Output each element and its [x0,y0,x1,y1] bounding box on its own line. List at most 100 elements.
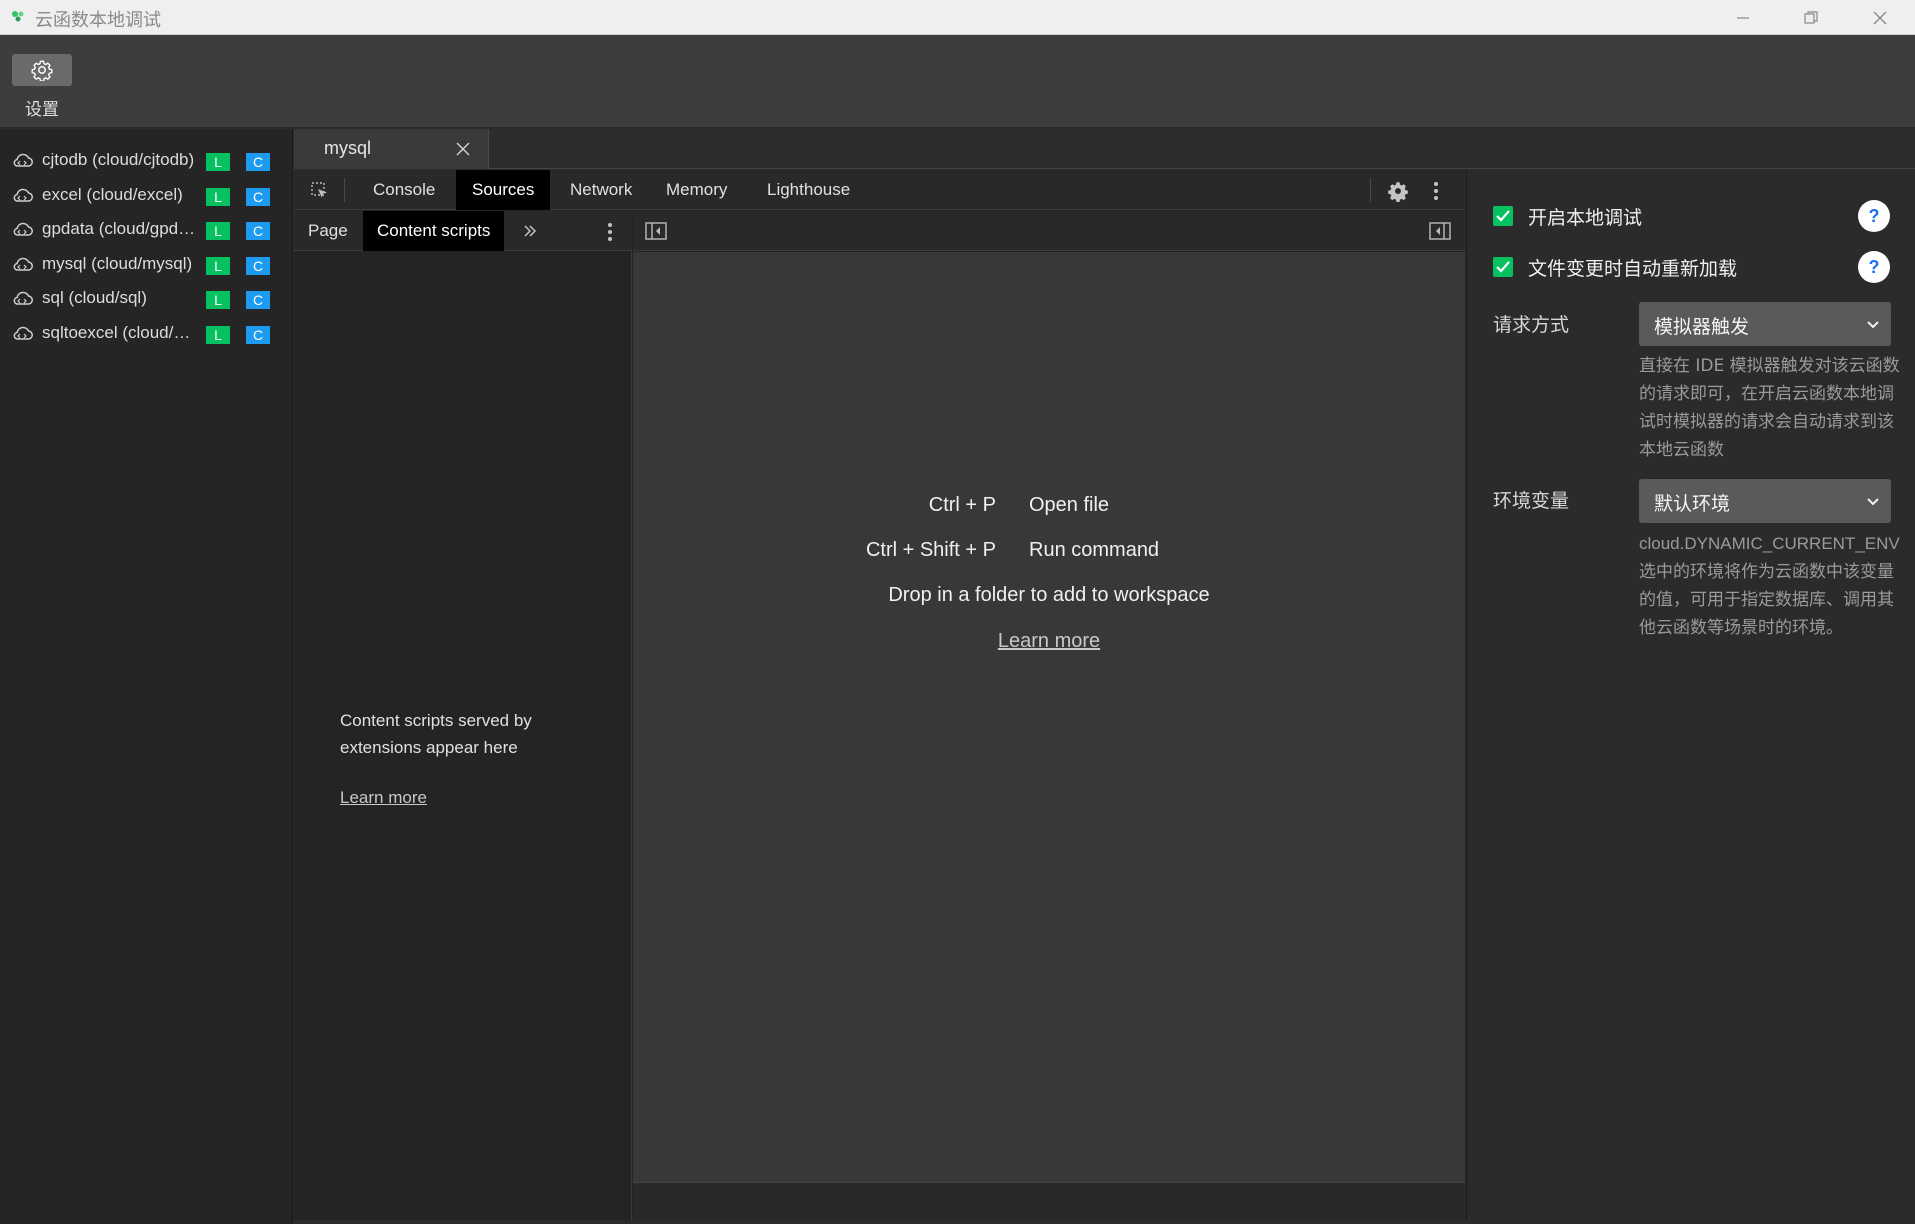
cloud-function-icon [13,257,33,271]
function-item-sqltoexcel[interactable]: sqltoexcel (cloud/sqltoexcel) L C [0,316,292,350]
cloud-function-list: cjtodb (cloud/cjtodb) L C excel (cloud/e… [0,129,293,1224]
tab-label: mysql [324,138,372,158]
cloud-badge[interactable]: C [246,222,270,240]
auto-reload-label: 文件变更时自动重新加载 [1528,258,1738,280]
env-variable-label: 环境变量 [1493,490,1570,512]
request-method-label: 请求方式 [1493,314,1570,336]
function-name: sqltoexcel (cloud/sqltoexcel) [42,323,198,342]
checkmark-icon [1496,210,1510,222]
app-window: 云函数本地调试 设置 cjtodb (cloud/cjtodb) L C exc… [0,0,1915,1224]
function-item-sql[interactable]: sql (cloud/sql) L C [0,281,292,315]
cloud-function-icon [13,188,33,202]
env-variable-description: 选中的环境将作为云函数中该变量的值，可用于指定数据库、调用其他云函数等场景时的环… [1639,562,1894,638]
tab-console[interactable]: Console [357,170,451,210]
cloud-function-icon [13,326,33,340]
function-item-cjtodb[interactable]: cjtodb (cloud/cjtodb) L C [0,143,292,177]
auto-reload-checkbox[interactable] [1493,257,1513,277]
document-tab-strip: mysql [294,129,1915,169]
help-icon[interactable]: ? [1858,200,1890,232]
function-item-excel[interactable]: excel (cloud/excel) L C [0,178,292,212]
local-badge[interactable]: L [206,222,230,240]
devtools-settings-icon[interactable] [1387,180,1409,202]
tab-mysql[interactable]: mysql [294,129,489,169]
minimize-icon [1737,16,1749,19]
tab-memory[interactable]: Memory [650,170,743,210]
top-toolbar: 设置 [0,35,1915,128]
restore-icon [1804,10,1818,24]
function-name: gpdata (cloud/gpdata) [42,219,198,238]
tab-lighthouse[interactable]: Lighthouse [751,170,866,210]
cloud-badge[interactable]: C [246,257,270,275]
close-window-button[interactable] [1857,0,1903,35]
inspect-element-icon[interactable] [310,181,330,201]
editor-status-bar [633,1182,1465,1220]
help-icon[interactable]: ? [1858,251,1890,283]
function-item-mysql[interactable]: mysql (cloud/mysql) L C [0,247,292,281]
more-options-icon[interactable] [1432,180,1440,202]
local-badge[interactable]: L [206,291,230,309]
cloud-function-icon [13,153,33,167]
toolbar-divider [1370,178,1371,202]
cloud-function-icon [13,222,33,236]
restore-button[interactable] [1788,0,1834,35]
enable-local-debug-checkbox[interactable] [1493,206,1513,226]
settings-label: 设置 [25,100,59,120]
shortcut-open-file-action: Open file [1029,494,1110,516]
editor-placeholder: Ctrl + P Open file Ctrl + Shift + P Run … [633,252,1465,1182]
drop-folder-hint: Drop in a folder to add to workspace [888,584,1210,606]
sources-navigator-toolbar: Page Content scripts [294,211,632,251]
chevron-down-icon [1867,321,1879,329]
settings-button[interactable] [12,54,72,86]
function-name: cjtodb (cloud/cjtodb) [42,150,195,169]
navigator-learn-more-link[interactable]: Learn more [340,788,427,808]
env-variable-code: cloud.DYNAMIC_CURRENT_ENV [1639,534,1900,553]
subtab-content-scripts[interactable]: Content scripts [363,211,505,251]
local-badge[interactable]: L [206,326,230,344]
minimize-button[interactable] [1720,0,1766,35]
cloud-function-icon [13,291,33,305]
local-badge[interactable]: L [206,257,230,275]
shortcut-run-command-key: Ctrl + Shift + P [865,539,996,561]
toggle-debugger-icon[interactable] [1429,222,1451,240]
local-badge[interactable]: L [206,153,230,171]
subtab-page[interactable]: Page [294,211,362,251]
debug-settings-panel: 开启本地调试 ? 文件变更时自动重新加载 ? 请求方式 模拟器触发 直接在 ID… [1466,170,1915,1220]
tab-sources[interactable]: Sources [456,170,551,210]
function-name: mysql (cloud/mysql) [42,254,193,273]
request-method-value: 模拟器触发 [1654,316,1750,338]
function-name: excel (cloud/excel) [42,185,183,204]
toolbar-divider [344,178,345,202]
devtools-main-toolbar: Console Sources Network Memory Lighthous… [294,170,1465,210]
checkmark-icon [1496,261,1510,273]
env-value: 默认环境 [1654,493,1731,515]
close-icon [1873,11,1887,24]
editor-toolbar [633,211,1465,251]
chevron-down-icon [1867,498,1879,506]
devtools-panel: Console Sources Network Memory Lighthous… [294,170,1465,1220]
more-tabs-chevron-icon[interactable] [522,223,538,239]
gear-icon [31,60,53,81]
request-method-select[interactable]: 模拟器触发 [1639,302,1891,346]
function-item-gpdata[interactable]: gpdata (cloud/gpdata) L C [0,212,292,246]
function-name: sql (cloud/sql) [42,288,147,307]
cloud-badge[interactable]: C [246,291,270,309]
local-badge[interactable]: L [206,188,230,206]
toggle-navigator-icon[interactable] [645,222,667,240]
editor-learn-more-link[interactable]: Learn more [633,630,1465,653]
tab-network[interactable]: Network [554,170,648,210]
shortcut-open-file-key: Ctrl + P [928,494,996,516]
cloud-badge[interactable]: C [246,326,270,344]
request-method-description: 直接在 IDE 模拟器触发对该云函数的请求即可，在开启云函数本地调试时模拟器的请… [1639,356,1900,460]
close-tab-icon[interactable] [454,140,472,158]
cloud-badge[interactable]: C [246,188,270,206]
app-logo-icon [12,11,24,22]
enable-local-debug-label: 开启本地调试 [1528,207,1643,229]
navigator-pane: Content scripts served by extensions app… [294,252,632,1220]
window-title: 云函数本地调试 [35,10,161,31]
env-select[interactable]: 默认环境 [1639,479,1891,523]
content-scripts-message: Content scripts served by extensions app… [340,711,532,757]
title-bar: 云函数本地调试 [0,0,1915,35]
shortcut-run-command-action: Run command [1029,539,1160,561]
navigator-menu-icon[interactable] [606,221,614,243]
cloud-badge[interactable]: C [246,153,270,171]
